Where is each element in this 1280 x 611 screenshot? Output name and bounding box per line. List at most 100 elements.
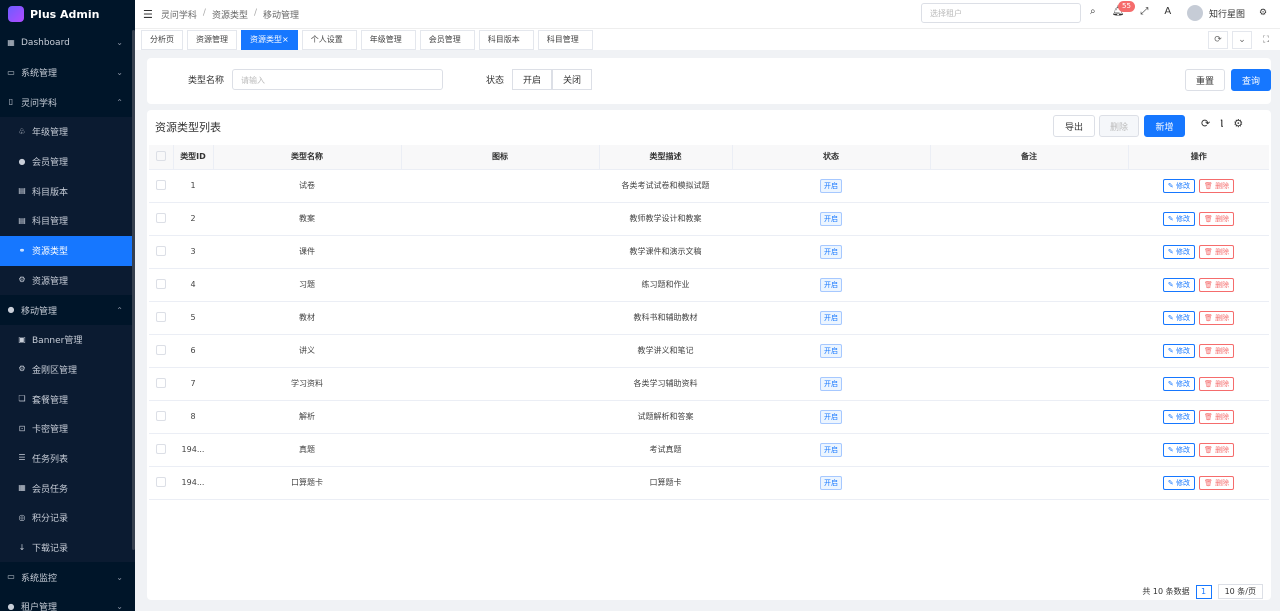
sidebar-item[interactable]: ❏ 套餐管理 (0, 384, 135, 414)
row-delete-button[interactable]: 🗑︎ 删除 (1198, 409, 1235, 424)
edit-button[interactable]: ✎ 修改 (1162, 244, 1195, 259)
sidebar-item[interactable]: ▦ Dashboard ⌄ (0, 28, 135, 58)
type-name-input[interactable]: 请输入 (232, 69, 443, 90)
refresh-icon[interactable]: ⟳ (1208, 31, 1228, 49)
sidebar-item[interactable]: ▦ 会员任务 (0, 473, 135, 503)
sidebar-item[interactable]: ▣ Banner管理 (0, 324, 135, 355)
sidebar-item[interactable]: ▯ 灵问学科 ⌃ (0, 87, 135, 117)
edit-button[interactable]: ✎ 修改 (1162, 211, 1195, 226)
search-icon[interactable]: ⌕ (1090, 6, 1096, 17)
row-checkbox[interactable] (156, 245, 166, 256)
cell-name: 口算题卡 (213, 466, 401, 500)
cell-icon (401, 367, 599, 401)
chevron-up-icon: ⌃ (116, 305, 123, 315)
row-checkbox[interactable] (156, 377, 166, 388)
page-number[interactable]: 1 (1195, 584, 1212, 599)
sidebar-item[interactable]: ▤ 科目版本 (0, 176, 135, 207)
edit-button[interactable]: ✎ 修改 (1162, 442, 1195, 457)
close-icon[interactable]: × (282, 35, 289, 44)
notify-badge: 55 (1118, 1, 1135, 12)
sidebar-item[interactable]: ● 会员管理 (0, 146, 135, 177)
status-option-on[interactable]: 开启 (512, 69, 552, 90)
col-header: 类型ID (173, 145, 214, 170)
sidebar-item-label: 金刚区管理 (32, 365, 78, 376)
edit-label: 修改 (1175, 379, 1190, 388)
column-height-icon[interactable]: Ⲓ (1220, 117, 1223, 131)
cell-id: 8 (173, 400, 213, 434)
row-delete-button[interactable]: 🗑︎ 删除 (1198, 244, 1235, 259)
gear-icon[interactable]: ⚙ (1259, 8, 1267, 18)
link-icon: ⚭ (18, 245, 26, 255)
reset-button[interactable]: 重置 (1185, 69, 1225, 91)
row-checkbox[interactable] (156, 476, 166, 487)
edit-button[interactable]: ✎ 修改 (1162, 310, 1195, 325)
row-checkbox[interactable] (156, 212, 166, 223)
delete-label: 删除 (1215, 478, 1230, 487)
grid-icon: ▦ (7, 37, 15, 47)
sidebar-item[interactable]: ● 租户管理 ⌄ (0, 592, 135, 611)
row-delete-button[interactable]: 🗑︎ 删除 (1198, 277, 1235, 292)
chevron-down-icon[interactable]: ⌄ (1232, 31, 1252, 49)
sidebar-item[interactable]: ▤ 科目管理 (0, 206, 135, 236)
add-button[interactable]: 新增 (1144, 115, 1185, 137)
sidebar-item[interactable]: ⊡ 卡密管理 (0, 413, 135, 444)
tab[interactable]: 科目管理 (537, 29, 593, 50)
sidebar-item[interactable]: ↓ 下载记录 (0, 532, 135, 563)
tab[interactable]: 科目版本 (478, 29, 534, 50)
tab[interactable]: 资源类型 × (241, 29, 298, 50)
list-panel: 资源类型列表 导出 删除 新增 ⟳ Ⲓ ⚙ 类型ID 类型名称 图标 类型描述 … (147, 110, 1271, 600)
row-delete-button[interactable]: 🗑︎ 删除 (1198, 442, 1235, 457)
gear-icon[interactable]: ⚙ (1233, 117, 1243, 131)
export-button[interactable]: 导出 (1053, 115, 1095, 137)
tab[interactable]: 会员管理 (419, 29, 475, 50)
translate-icon[interactable]: A (1164, 6, 1171, 17)
edit-button[interactable]: ✎ 修改 (1162, 277, 1195, 292)
fullscreen-icon[interactable]: ⤢ (1140, 6, 1148, 17)
edit-button[interactable]: ✎ 修改 (1162, 178, 1195, 193)
query-button[interactable]: 查询 (1231, 69, 1271, 91)
refresh-icon[interactable]: ⟳ (1201, 117, 1210, 131)
row-checkbox[interactable] (156, 278, 166, 289)
row-delete-button[interactable]: 🗑︎ 删除 (1198, 343, 1235, 358)
row-delete-button[interactable]: 🗑︎ 删除 (1198, 475, 1235, 490)
sidebar-item[interactable]: ◎ 积分记录 (0, 503, 135, 533)
breadcrumb-item[interactable]: 资源类型 (212, 8, 248, 21)
tab[interactable]: 个人设置 (301, 29, 357, 50)
row-delete-button[interactable]: 🗑︎ 删除 (1198, 178, 1235, 193)
row-delete-button[interactable]: 🗑︎ 删除 (1198, 310, 1235, 325)
sidebar-item[interactable]: ⚭ 资源类型 (0, 235, 135, 266)
menu-fold-icon[interactable]: ☰ (143, 8, 153, 21)
tab[interactable]: 年级管理 (360, 29, 416, 50)
expand-icon[interactable]: ⛶ (1256, 31, 1276, 49)
tab[interactable]: 资源管理 (187, 29, 237, 50)
breadcrumb-item[interactable]: 移动管理 (263, 8, 299, 21)
row-checkbox[interactable] (156, 410, 166, 421)
sidebar-item[interactable]: ▭ 系统管理 ⌄ (0, 58, 135, 88)
cell-id: 4 (173, 268, 213, 302)
user-menu[interactable]: 知行星图 ⚙ (1187, 5, 1267, 21)
row-checkbox[interactable] (156, 344, 166, 355)
select-all-checkbox[interactable] (155, 150, 166, 161)
page-size-select[interactable]: 10 条/页 (1217, 584, 1263, 599)
delete-button[interactable]: 删除 (1099, 115, 1139, 137)
tenant-select[interactable]: 选择租户 (921, 3, 1081, 23)
sidebar-item[interactable]: ☰ 任务列表 (0, 443, 135, 474)
status-option-off[interactable]: 关闭 (552, 69, 592, 90)
edit-button[interactable]: ✎ 修改 (1162, 376, 1195, 391)
sidebar-item[interactable]: ⚙ 资源管理 (0, 265, 135, 296)
table-row: 3 课件 教学课件和演示文稿 开启 ✎ 修改 🗑︎ 删除 (149, 235, 1269, 269)
edit-button[interactable]: ✎ 修改 (1162, 343, 1195, 358)
row-checkbox[interactable] (156, 179, 166, 190)
breadcrumb-item[interactable]: 灵问学科 (161, 8, 197, 21)
sidebar-item[interactable]: ♧ 年级管理 (0, 117, 135, 147)
sidebar-item[interactable]: ● 移动管理 ⌃ (0, 295, 135, 325)
row-checkbox[interactable] (156, 311, 166, 322)
sidebar-item[interactable]: ⚙ 金刚区管理 (0, 354, 135, 385)
edit-button[interactable]: ✎ 修改 (1162, 409, 1195, 424)
edit-button[interactable]: ✎ 修改 (1162, 475, 1195, 490)
row-delete-button[interactable]: 🗑︎ 删除 (1198, 211, 1235, 226)
tab[interactable]: 分析页 (141, 29, 183, 50)
row-checkbox[interactable] (156, 443, 166, 454)
sidebar-item[interactable]: ▭ 系统监控 ⌄ (0, 562, 135, 592)
row-delete-button[interactable]: 🗑︎ 删除 (1198, 376, 1235, 391)
